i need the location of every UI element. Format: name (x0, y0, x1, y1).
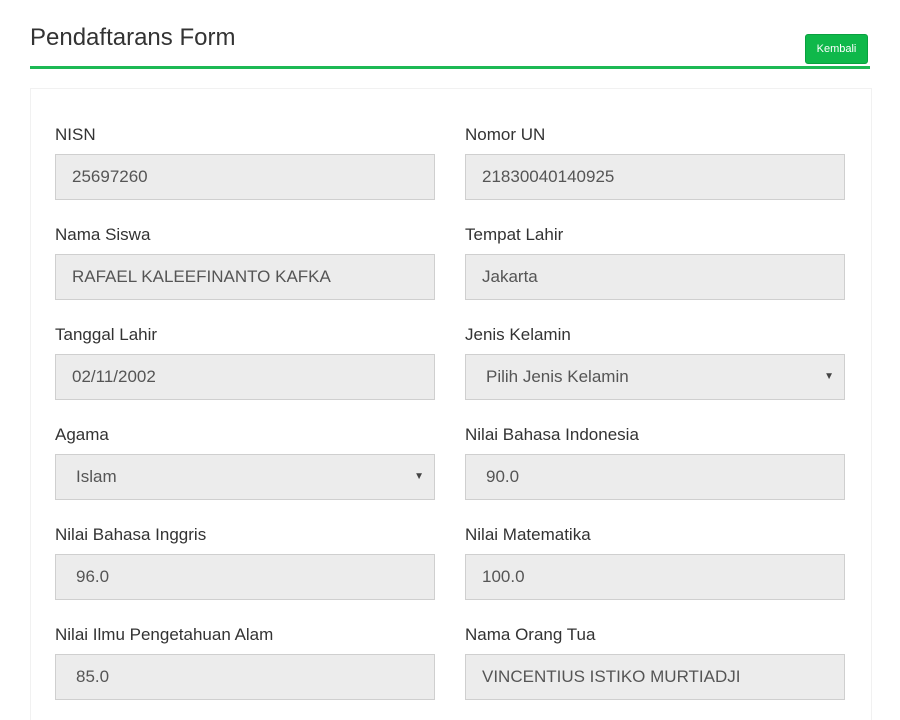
nilai-matematika-label: Nilai Matematika (465, 525, 591, 544)
tempat-lahir-input[interactable]: Jakarta (465, 254, 845, 300)
nilai-bahasa-inggris-field-group: Nilai Bahasa Inggris 96.0 (55, 524, 435, 600)
nomor-un-label: Nomor UN (465, 125, 546, 144)
page-header: Pendaftarans Form Kembali (30, 0, 870, 69)
jenis-kelamin-label: Jenis Kelamin (465, 325, 571, 344)
nama-siswa-label: Nama Siswa (55, 225, 151, 244)
agama-field-group: Agama Islam ▼ (55, 424, 435, 500)
tempat-lahir-label: Tempat Lahir (465, 225, 564, 244)
jenis-kelamin-selected-value: Pilih Jenis Kelamin (486, 367, 629, 386)
chevron-down-icon: ▼ (824, 371, 834, 382)
tanggal-lahir-input[interactable]: 02/11/2002 (55, 354, 435, 400)
nilai-ipa-field-group: Nilai Ilmu Pengetahuan Alam 85.0 (55, 624, 435, 700)
nama-orang-tua-field-group: Nama Orang Tua VINCENTIUS ISTIKO MURTIAD… (465, 624, 845, 700)
jenis-kelamin-field-group: Jenis Kelamin Pilih Jenis Kelamin ▼ (465, 324, 845, 400)
nomor-un-input[interactable]: 21830040140925 (465, 154, 845, 200)
tempat-lahir-field-group: Tempat Lahir Jakarta (465, 224, 845, 300)
nilai-matematika-field-group: Nilai Matematika 100.0 (465, 524, 845, 600)
tanggal-lahir-label: Tanggal Lahir (55, 325, 158, 344)
page: Pendaftarans Form Kembali NISN 25697260 … (0, 0, 900, 720)
nama-siswa-field-group: Nama Siswa RAFAEL KALEEFINANTO KAFKA (55, 224, 435, 300)
nama-orang-tua-label: Nama Orang Tua (465, 625, 596, 644)
chevron-down-icon: ▼ (414, 471, 424, 482)
nisn-field-group: NISN 25697260 (55, 124, 435, 200)
nilai-bahasa-indonesia-input[interactable]: 90.0 (465, 454, 845, 500)
page-title: Pendaftarans Form (30, 24, 236, 51)
nisn-input[interactable]: 25697260 (55, 154, 435, 200)
registration-form: NISN 25697260 Nomor UN 21830040140925 Na… (30, 88, 872, 720)
nilai-matematika-input[interactable]: 100.0 (465, 554, 845, 600)
nomor-un-field-group: Nomor UN 21830040140925 (465, 124, 845, 200)
jenis-kelamin-select[interactable]: Pilih Jenis Kelamin ▼ (465, 354, 845, 400)
tanggal-lahir-field-group: Tanggal Lahir 02/11/2002 (55, 324, 435, 400)
nilai-bahasa-indonesia-field-group: Nilai Bahasa Indonesia 90.0 (465, 424, 845, 500)
agama-select[interactable]: Islam ▼ (55, 454, 435, 500)
nilai-bahasa-inggris-label: Nilai Bahasa Inggris (55, 525, 207, 544)
nilai-ipa-input[interactable]: 85.0 (55, 654, 435, 700)
nilai-ipa-label: Nilai Ilmu Pengetahuan Alam (55, 625, 274, 644)
agama-label: Agama (55, 425, 109, 444)
nilai-bahasa-indonesia-label: Nilai Bahasa Indonesia (465, 425, 639, 444)
nama-orang-tua-input[interactable]: VINCENTIUS ISTIKO MURTIADJI (465, 654, 845, 700)
nilai-bahasa-inggris-input[interactable]: 96.0 (55, 554, 435, 600)
agama-selected-value: Islam (76, 467, 117, 486)
nama-siswa-input[interactable]: RAFAEL KALEEFINANTO KAFKA (55, 254, 435, 300)
nisn-label: NISN (55, 125, 96, 144)
back-button[interactable]: Kembali (805, 34, 868, 64)
